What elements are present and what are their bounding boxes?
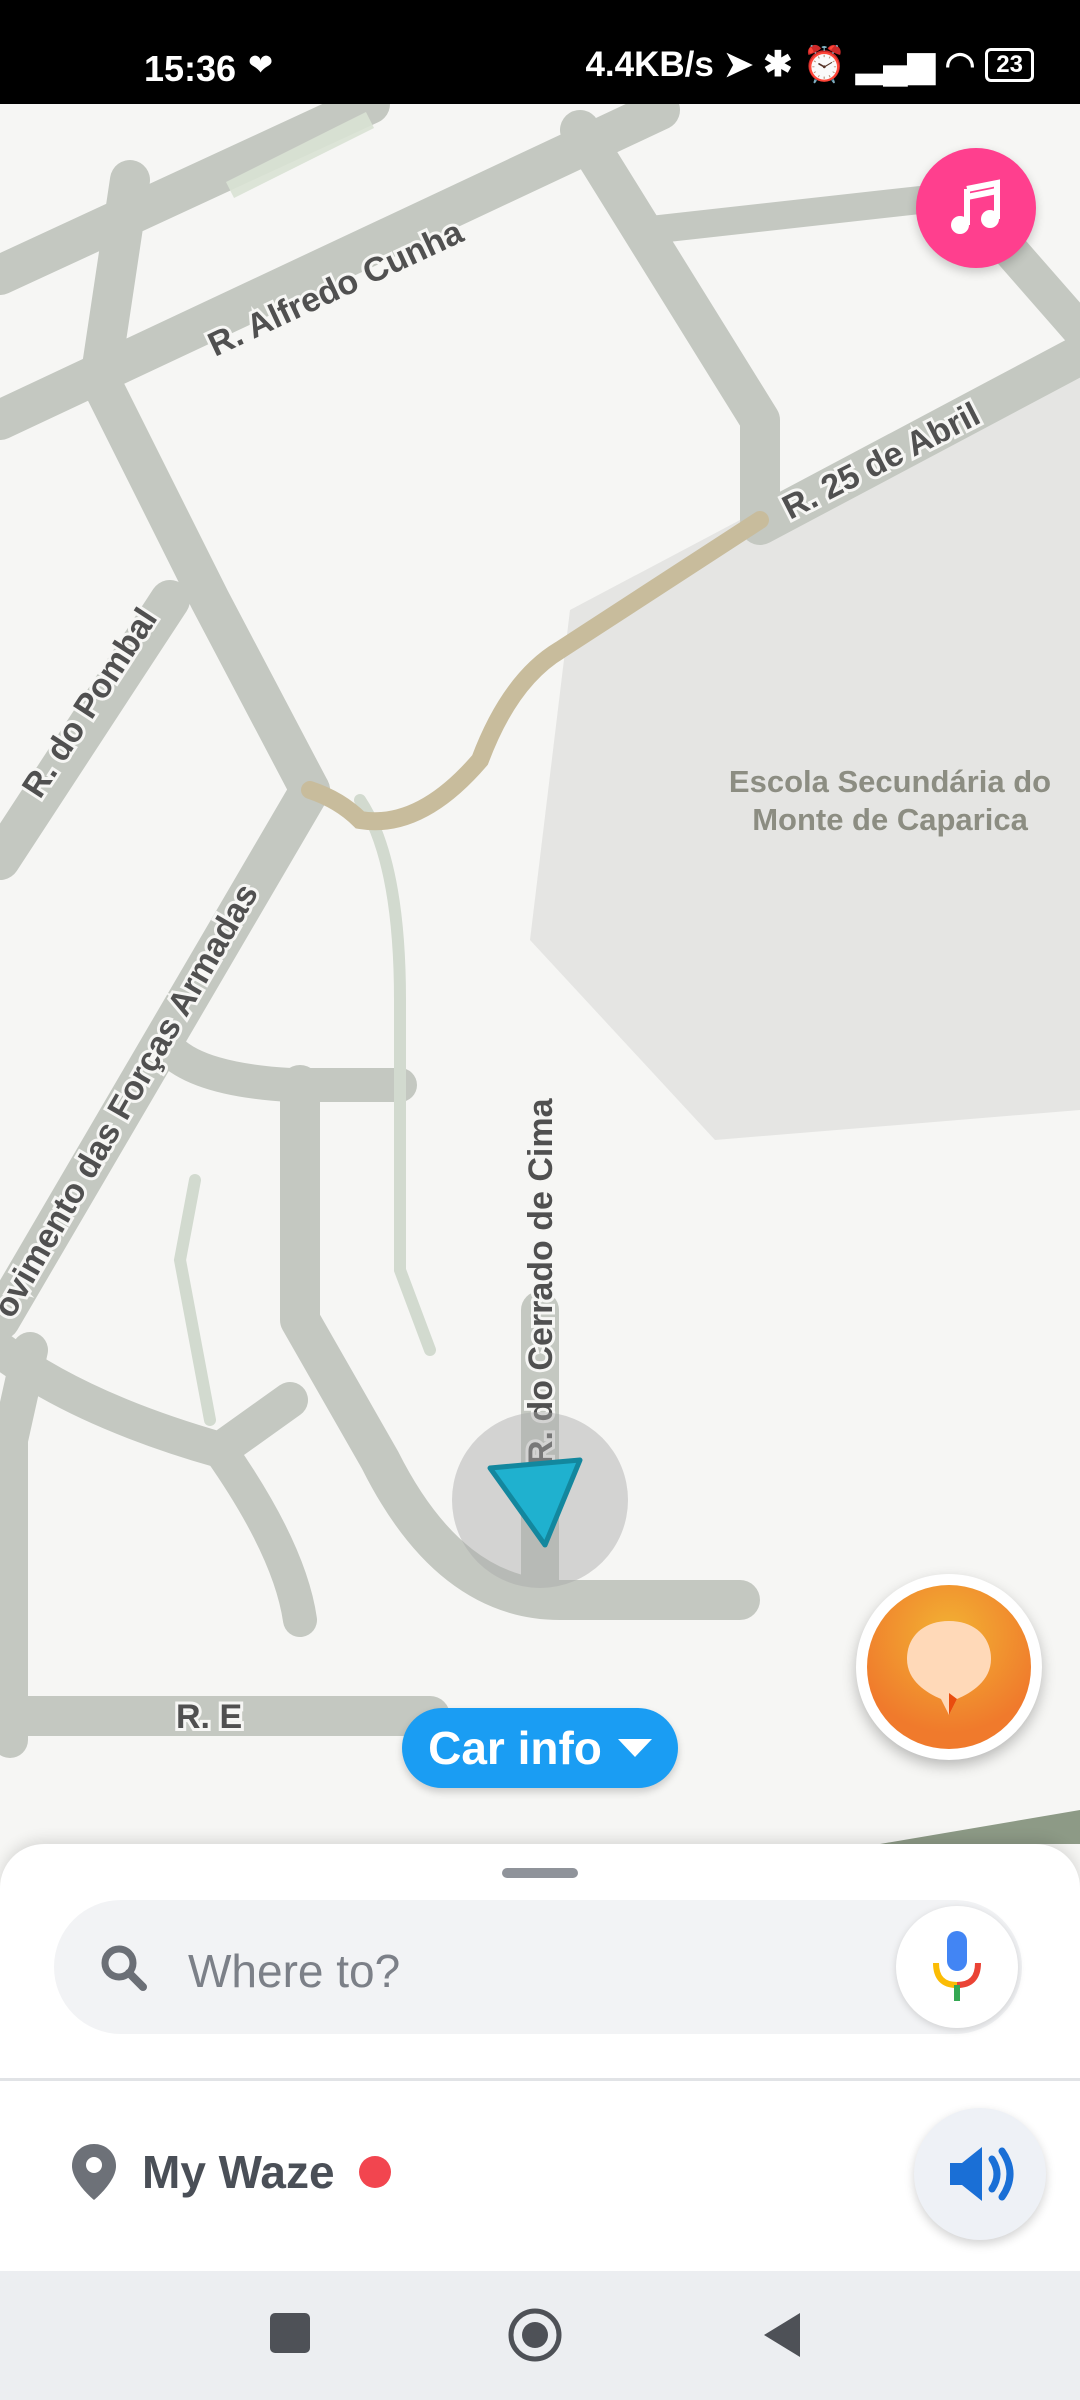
bottom-sheet: Where to? My Waze [0, 1844, 1080, 2271]
signal-icon: ▂▄▆ [856, 44, 935, 84]
car-info-button[interactable]: Car info [402, 1708, 678, 1788]
my-waze-label: My Waze [142, 2146, 335, 2198]
sound-icon [950, 2147, 1014, 2201]
location-pin-icon [72, 2144, 116, 2200]
report-button[interactable] [856, 1574, 1042, 1760]
alarm-icon: ⏰ [802, 45, 847, 84]
notification-dot [358, 2156, 391, 2188]
street-label-r-e: R. E [176, 1698, 242, 1736]
heart-icon: ❤ [248, 49, 274, 82]
search-icon [101, 1945, 147, 1991]
music-button[interactable] [916, 148, 1036, 268]
search-placeholder: Where to? [188, 1945, 401, 1997]
music-note-icon [951, 179, 1000, 234]
poi-label-line1: Escola Secundária do [729, 764, 1051, 799]
location-arrow-icon: ➤ [723, 44, 754, 84]
back-triangle-icon[interactable] [760, 2311, 804, 2359]
street-label-cerrado: R. do Cerrado de Cima [522, 1097, 560, 1465]
wifi-icon: ◠ [944, 44, 976, 84]
network-speed: 4.4KB/s [585, 44, 714, 84]
report-icon [907, 1621, 991, 1715]
system-nav-bar [0, 2271, 1080, 2400]
microphone-icon [933, 1931, 981, 2001]
search-bar[interactable]: Where to? [54, 1900, 1022, 2034]
sound-button[interactable] [914, 2108, 1046, 2240]
status-bar: 15:36 ❤ 4.4KB/s ➤ ✱ ⏰ ▂▄▆ ◠ 23 [0, 0, 1080, 104]
car-info-label: Car info [428, 1722, 602, 1774]
square-icon[interactable] [268, 2311, 312, 2355]
chevron-down-icon [617, 1739, 652, 1757]
bluetooth-icon: ✱ [763, 44, 793, 84]
voice-search-button[interactable] [896, 1906, 1018, 2028]
road-left-vertical [0, 1332, 48, 1758]
sheet-handle[interactable] [502, 1868, 578, 1878]
home-circle-icon[interactable] [507, 2307, 563, 2363]
status-time: 15:36 [144, 48, 237, 89]
my-waze-button[interactable]: My Waze [70, 2142, 391, 2202]
poi-label-line2: Monte de Caparica [752, 802, 1028, 837]
battery-indicator: 23 [985, 47, 1034, 82]
divider [0, 2078, 1080, 2081]
